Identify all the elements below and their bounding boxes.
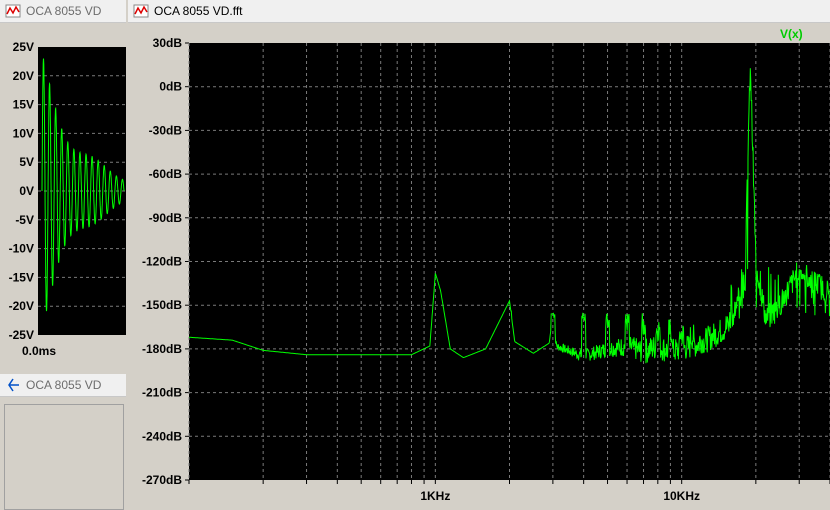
wave-y-tick: 0V — [19, 184, 34, 198]
wave-y-tick: 10V — [13, 126, 34, 140]
wave-y-tick: -20V — [9, 299, 34, 313]
waveform-window[interactable]: OCA 8055 VD 25V 20V 15V 10V 5V 0V -5V -10V -15V -… — [0, 0, 126, 362]
wave-y-tick: -10V — [9, 242, 34, 256]
wave-x-tick: 0.0ms — [22, 344, 56, 358]
wave-y-tick: -25V — [9, 328, 34, 342]
fft-y-tick: 0dB — [159, 80, 182, 94]
fft-title: OCA 8055 VD.fft — [154, 4, 243, 18]
third-window-body — [4, 404, 124, 510]
fft-y-tick: -210dB — [142, 386, 182, 400]
third-title: OCA 8055 VD — [26, 378, 102, 392]
waveform-titlebar[interactable]: OCA 8055 VD — [0, 0, 126, 23]
fft-y-tick: -120dB — [142, 255, 182, 269]
fft-x-tick: 1KHz — [420, 489, 450, 503]
third-titlebar[interactable]: OCA 8055 VD — [0, 374, 126, 397]
waveform-plot[interactable]: 25V 20V 15V 10V 5V 0V -5V -10V -15V -20V -25V 0.0ms — [0, 23, 126, 362]
fft-titlebar[interactable]: OCA 8055 VD.fft — [128, 0, 830, 23]
waveform-title: OCA 8055 VD — [26, 4, 102, 18]
fft-y-tick: 30dB — [153, 36, 183, 50]
fft-y-tick: -150dB — [142, 298, 182, 312]
fft-window[interactable]: OCA 8055 VD.fft 30dB 0dB -30dB -60dB -90dB -1… — [128, 0, 830, 510]
fft-window-icon — [133, 4, 149, 18]
fft-y-tick: -270dB — [142, 473, 182, 487]
fft-y-tick: -60dB — [149, 167, 183, 181]
schematic-icon — [8, 378, 19, 392]
fft-y-tick: -30dB — [149, 123, 183, 137]
wave-y-tick: 25V — [13, 40, 34, 54]
fft-legend: V(x) — [780, 27, 803, 41]
wave-y-tick: -5V — [15, 213, 34, 227]
wave-y-tick: -15V — [9, 270, 34, 284]
fft-y-tick: -240dB — [142, 429, 182, 443]
third-window[interactable]: OCA 8055 VD — [0, 374, 126, 510]
waveform-window-icon — [5, 4, 21, 18]
fft-y-tick: -90dB — [149, 211, 183, 225]
fft-plot[interactable]: 30dB 0dB -30dB -60dB -90dB -120dB -150dB -180dB… — [128, 23, 830, 510]
fft-y-tick: -180dB — [142, 342, 182, 356]
fft-x-tick: 10KHz — [663, 489, 700, 503]
wave-y-tick: 20V — [13, 69, 34, 83]
wave-y-tick: 5V — [19, 155, 34, 169]
wave-y-tick: 15V — [13, 98, 34, 112]
